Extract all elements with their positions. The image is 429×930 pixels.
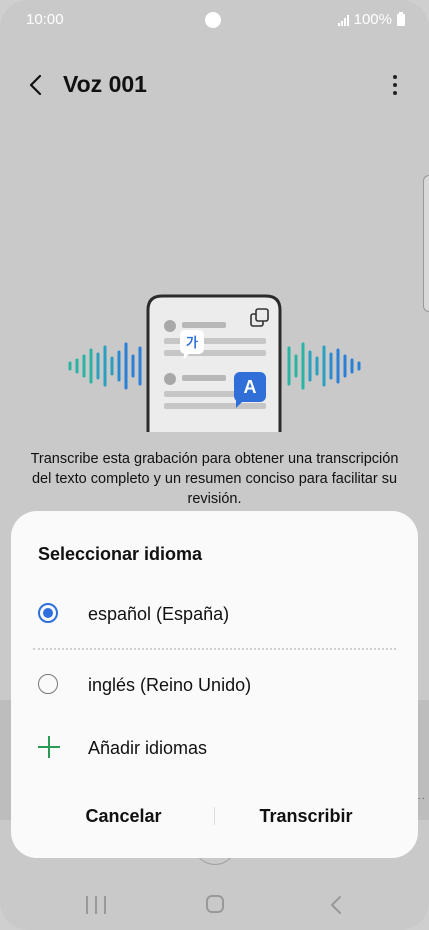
home-icon[interactable] — [206, 895, 224, 913]
radio-selected-icon[interactable] — [38, 603, 58, 623]
language-dialog: Seleccionar idioma español (España) ingl… — [11, 511, 418, 858]
radio-unselected-icon[interactable] — [38, 674, 58, 694]
transcribe-description: Transcribe esta grabación para obtener u… — [30, 451, 399, 507]
status-right: 100% — [337, 11, 405, 28]
add-languages-label: Añadir idiomas — [88, 738, 208, 758]
plus-icon — [38, 736, 60, 758]
add-languages-row[interactable]: Añadir idiomas — [11, 720, 418, 776]
options-divider — [33, 648, 396, 650]
language-option-label: español (España) — [88, 604, 230, 624]
transcribe-button[interactable]: Transcribir — [241, 794, 371, 838]
navigation-bar — [0, 880, 429, 930]
more-options-icon[interactable] — [385, 70, 405, 100]
page-title: Voz 001 — [63, 71, 147, 97]
status-time: 10:00 — [26, 11, 64, 28]
signal-icon — [337, 14, 349, 26]
recent-apps-icon[interactable] — [86, 896, 106, 914]
language-option-spanish[interactable]: español (España) — [11, 586, 418, 642]
left-waveform-icon — [68, 342, 142, 390]
camera-cutout — [205, 12, 221, 28]
cancel-button[interactable]: Cancelar — [61, 794, 186, 838]
button-separator — [214, 807, 215, 825]
status-bar: 10:00 100% — [0, 0, 429, 40]
right-waveform-icon — [287, 342, 361, 390]
transcription-illustration: 가 A — [68, 294, 361, 432]
app-header: Voz 001 — [0, 62, 429, 108]
side-panel-handle[interactable] — [423, 175, 429, 312]
screen: 10:00 100% Voz 001 가 A Transcribe esta g… — [0, 0, 429, 930]
battery-percent: 100% — [353, 11, 392, 28]
language-option-label: inglés (Reino Unido) — [88, 675, 252, 695]
battery-icon — [397, 11, 405, 26]
nav-back-icon[interactable] — [328, 894, 344, 916]
translated-a-badge: A — [244, 377, 257, 397]
dialog-title: Seleccionar idioma — [38, 544, 203, 564]
phone-illustration — [146, 294, 282, 432]
back-arrow-icon[interactable] — [22, 70, 52, 100]
language-option-english[interactable]: inglés (Reino Unido) — [11, 657, 418, 713]
korean-character-badge: 가 — [186, 336, 198, 351]
